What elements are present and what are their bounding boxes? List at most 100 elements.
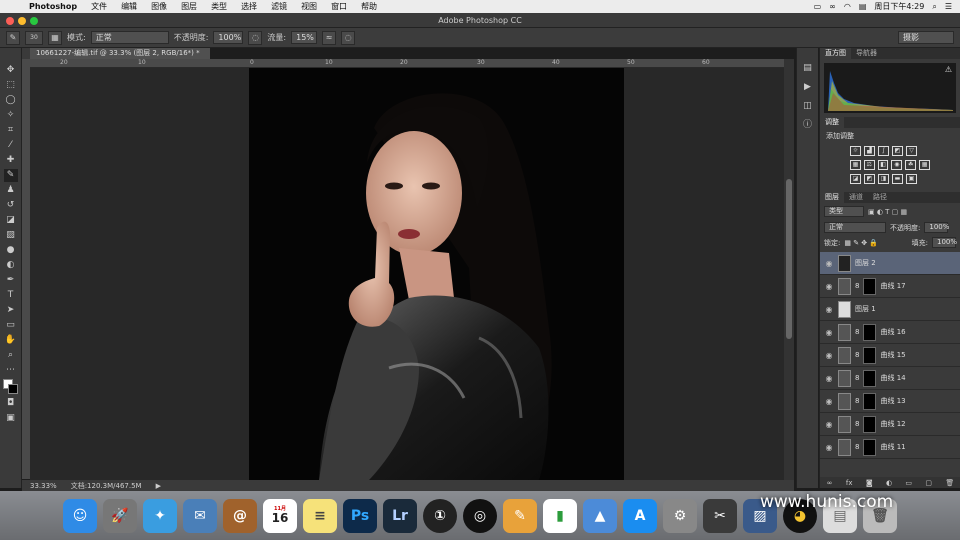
app-store-icon[interactable]: A <box>623 498 657 533</box>
visibility-eye-icon[interactable]: ◉ <box>824 374 834 383</box>
opacity-input[interactable]: 100% <box>213 31 244 44</box>
minimize-button[interactable] <box>18 17 26 25</box>
info-panel-icon[interactable]: ⓘ <box>801 119 815 132</box>
tab-close-icon[interactable] <box>22 48 30 59</box>
wifi-icon[interactable]: ◠ <box>844 2 851 11</box>
mode-select[interactable]: 正常 <box>90 31 169 44</box>
document-tab[interactable]: 10661227-编辑.tif @ 33.3% (图层 2, RGB/16*) … <box>30 48 210 59</box>
chain-icon[interactable]: 8 <box>855 282 859 290</box>
visibility-eye-icon[interactable]: ◉ <box>824 397 834 406</box>
layer-mask-thumbnail[interactable] <box>863 438 877 456</box>
notes-icon[interactable]: ≡ <box>303 498 337 533</box>
layer-mask-thumbnail[interactable] <box>863 415 877 433</box>
system-preferences-icon[interactable]: ⚙ <box>663 498 697 533</box>
layer-row[interactable]: ◉ 8 曲线 11 <box>820 436 960 459</box>
zoom-button[interactable] <box>30 17 38 25</box>
new-group-icon[interactable]: ▭ <box>905 479 912 487</box>
document-image[interactable] <box>249 68 624 480</box>
scroll-thumb[interactable] <box>786 179 792 339</box>
menu-file[interactable]: 文件 <box>84 1 114 12</box>
final-cut-icon[interactable]: ✂ <box>703 498 737 533</box>
extra-tools-icon[interactable]: ⋯ <box>4 364 18 377</box>
layer-row[interactable]: ◉ 8 曲线 13 <box>820 390 960 413</box>
visibility-eye-icon[interactable]: ◉ <box>824 328 834 337</box>
menu-select[interactable]: 选择 <box>234 1 264 12</box>
color-swatches[interactable] <box>2 379 19 395</box>
layer-mask-thumbnail[interactable] <box>863 277 877 295</box>
layer-name[interactable]: 曲线 13 <box>880 396 905 406</box>
keynote-icon[interactable]: ▲ <box>583 498 617 533</box>
menu-help[interactable]: 帮助 <box>354 1 384 12</box>
marquee-tool-icon[interactable]: ⬚ <box>4 79 18 92</box>
warning-icon[interactable]: ⚠ <box>945 65 952 74</box>
black-white-icon[interactable]: ◧ <box>877 160 889 170</box>
visibility-eye-icon[interactable]: ◉ <box>824 420 834 429</box>
properties-panel-icon[interactable]: ◫ <box>801 100 815 113</box>
status-menu-arrow-icon[interactable]: ▶ <box>156 482 161 490</box>
crop-tool-icon[interactable]: ⌗ <box>4 124 18 137</box>
lock-icons[interactable]: ▦ ✎ ✥ 🔒 <box>844 239 878 247</box>
layer-name[interactable]: 曲线 12 <box>880 419 905 429</box>
actions-panel-icon[interactable]: ▶ <box>801 81 815 94</box>
visibility-eye-icon[interactable]: ◉ <box>824 443 834 452</box>
history-brush-tool-icon[interactable]: ↺ <box>4 199 18 212</box>
zoom-level[interactable]: 33.33% <box>30 482 57 490</box>
layer-mask-thumbnail[interactable] <box>863 323 877 341</box>
hue-sat-icon[interactable]: ▦ <box>850 160 861 170</box>
layer-name[interactable]: 曲线 17 <box>880 281 905 291</box>
menu-type[interactable]: 类型 <box>204 1 234 12</box>
trash-icon[interactable]: 🗑 <box>945 479 954 487</box>
chain-icon[interactable]: 8 <box>855 443 859 451</box>
eyedropper-tool-icon[interactable]: ⁄ <box>4 139 18 152</box>
brush-preset-picker[interactable]: 30 <box>25 30 43 45</box>
menu-filter[interactable]: 滤镜 <box>264 1 294 12</box>
menu-edit[interactable]: 编辑 <box>114 1 144 12</box>
chain-icon[interactable]: 8 <box>855 351 859 359</box>
history-panel-icon[interactable]: ▤ <box>801 62 815 75</box>
chain-icon[interactable]: 8 <box>855 328 859 336</box>
tab-channels[interactable]: 通道 <box>844 192 868 203</box>
selective-color-icon[interactable]: ▣ <box>906 174 917 184</box>
visibility-eye-icon[interactable]: ◉ <box>824 305 834 314</box>
vertical-scrollbar[interactable] <box>784 59 794 480</box>
pen-tool-icon[interactable]: ✒ <box>4 274 18 287</box>
visibility-eye-icon[interactable]: ◉ <box>824 351 834 360</box>
brightness-icon[interactable]: ☼ <box>850 146 861 156</box>
background-color-swatch[interactable] <box>7 384 18 394</box>
stamp-tool-icon[interactable]: ♟ <box>4 184 18 197</box>
eraser-tool-icon[interactable]: ◪ <box>4 214 18 227</box>
new-adjustment-icon[interactable]: ◐ <box>886 479 892 487</box>
quick-select-tool-icon[interactable]: ✧ <box>4 109 18 122</box>
numbers-icon[interactable]: ▮ <box>543 498 577 533</box>
layer-opacity-input[interactable]: 100% <box>924 222 949 233</box>
layer-style-icon[interactable]: fx <box>846 479 853 487</box>
app-menu[interactable]: Photoshop <box>22 2 84 11</box>
list-icon[interactable]: ☰ <box>945 2 952 11</box>
chain-icon[interactable]: 8 <box>855 374 859 382</box>
move-tool-icon[interactable]: ✥ <box>4 64 18 77</box>
opacity-pressure-icon[interactable]: ◌ <box>248 30 263 45</box>
blend-mode-select[interactable]: 正常 <box>824 222 886 233</box>
layer-mask-thumbnail[interactable] <box>863 369 877 387</box>
levels-icon[interactable]: ▟ <box>864 146 875 156</box>
chain-icon[interactable]: 8 <box>855 397 859 405</box>
visibility-eye-icon[interactable]: ◉ <box>824 259 834 268</box>
blur-tool-icon[interactable]: ● <box>4 244 18 257</box>
layer-name[interactable]: 曲线 16 <box>880 327 905 337</box>
clock[interactable]: 周日下午4:29 <box>874 1 924 12</box>
dodge-tool-icon[interactable]: ◐ <box>4 259 18 272</box>
threshold-icon[interactable]: ◨ <box>878 174 889 184</box>
flag-icon[interactable]: ▤ <box>859 2 867 11</box>
layer-row[interactable]: ◉ 8 曲线 14 <box>820 367 960 390</box>
link-layers-icon[interactable]: ∞ <box>827 479 833 487</box>
menu-window[interactable]: 窗口 <box>324 1 354 12</box>
pages-icon[interactable]: ✎ <box>503 498 537 533</box>
creative-cloud-icon[interactable]: ∞ <box>829 2 836 11</box>
layer-row[interactable]: ◉ 图层 2 <box>820 252 960 275</box>
chain-icon[interactable]: 8 <box>855 420 859 428</box>
color-lookup-icon[interactable]: ▦ <box>919 160 930 170</box>
airbrush-icon[interactable]: ≈ <box>322 30 337 45</box>
mail-icon[interactable]: ✉ <box>183 498 217 533</box>
layer-filter-icons[interactable]: ▣ ◐ T ▢ ▦ <box>868 208 907 216</box>
brush-panel-icon[interactable]: ▦ <box>48 30 62 45</box>
